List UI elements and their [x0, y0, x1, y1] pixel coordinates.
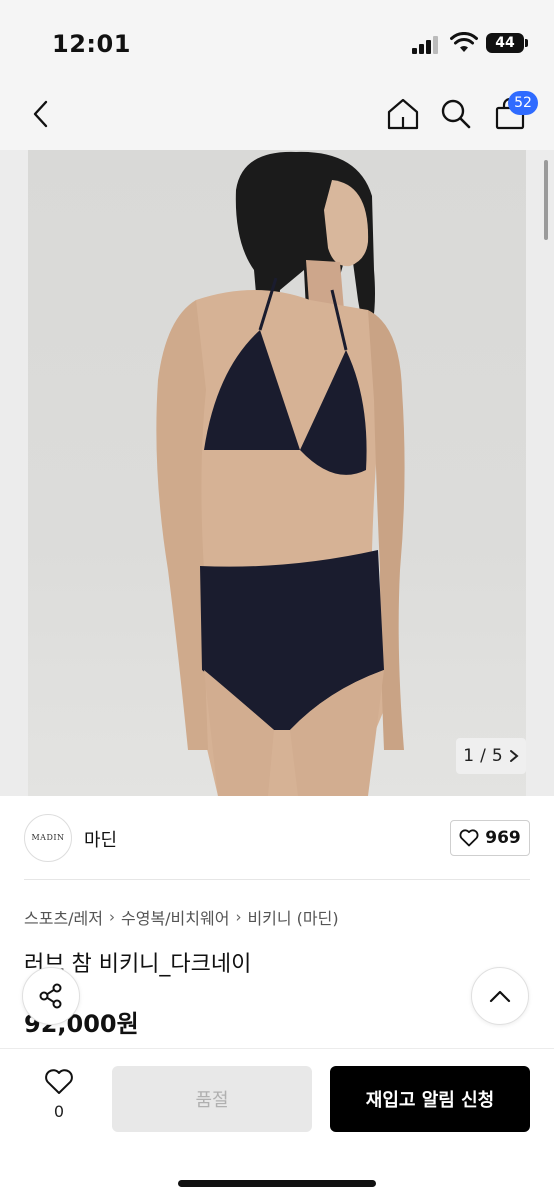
breadcrumb: 스포츠/레저 › 수영복/비치웨어 › 비키니 (마딘): [24, 905, 339, 929]
scroll-top-button[interactable]: [471, 967, 529, 1025]
share-icon: [39, 983, 62, 1009]
status-time: 12:01: [52, 30, 131, 58]
heart-outline-icon: [459, 829, 479, 847]
gallery-current-page: 1: [463, 746, 475, 766]
home-button[interactable]: [381, 92, 425, 136]
gallery-page-indicator[interactable]: 1/5: [456, 738, 526, 774]
brand-row[interactable]: MADIN 마딘 969: [24, 814, 530, 862]
gallery-page-separator: /: [480, 746, 486, 766]
section-divider: [24, 879, 530, 880]
battery-icon: 44: [486, 33, 528, 53]
heart-outline-icon: [45, 1069, 73, 1094]
cellular-signal-icon: [412, 34, 442, 54]
product-photo[interactable]: [28, 150, 526, 796]
product-gallery[interactable]: [0, 150, 554, 796]
share-button[interactable]: [22, 967, 80, 1025]
breadcrumb-item[interactable]: 스포츠/레저: [24, 905, 103, 929]
brand-logo[interactable]: MADIN: [24, 814, 72, 862]
back-button[interactable]: [20, 92, 64, 136]
model-illustration: [156, 151, 405, 796]
chevron-up-icon: [489, 990, 511, 1003]
chevron-right-icon: [509, 750, 519, 762]
breadcrumb-separator-icon: ›: [235, 908, 242, 926]
brand-like-button[interactable]: 969: [450, 820, 530, 856]
brand-like-count: 969: [485, 828, 521, 848]
back-chevron-icon: [33, 100, 48, 128]
search-icon: [441, 99, 471, 129]
restock-notify-button[interactable]: 재입고 알림 신청: [330, 1066, 530, 1132]
cart-count-badge: 52: [508, 91, 538, 115]
brand-name[interactable]: 마딘: [84, 826, 117, 852]
wishlist-button[interactable]: 0: [36, 1068, 82, 1128]
home-indicator: [178, 1180, 376, 1187]
wifi-icon: [450, 32, 478, 52]
soldout-button[interactable]: 품절: [112, 1066, 312, 1132]
status-bar: 12:01 44: [0, 0, 554, 84]
gallery-total-pages: 5: [491, 746, 503, 766]
top-navigation: [0, 84, 554, 150]
scrollbar-indicator: [544, 160, 548, 240]
breadcrumb-item[interactable]: 수영복/비치웨어: [121, 905, 229, 929]
home-icon: [387, 98, 419, 130]
wishlist-count: 0: [53, 1102, 65, 1121]
search-button[interactable]: [434, 92, 478, 136]
breadcrumb-separator-icon: ›: [109, 908, 115, 926]
breadcrumb-item[interactable]: 비키니 (마딘): [247, 905, 338, 929]
